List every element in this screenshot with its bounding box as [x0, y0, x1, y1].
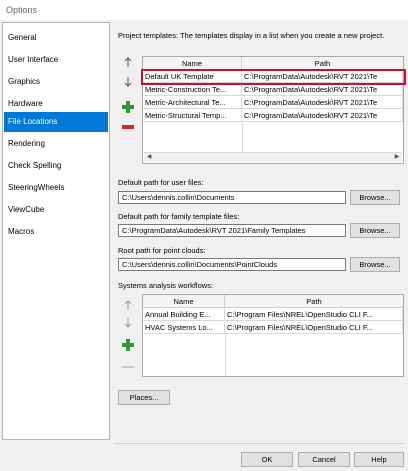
- point-clouds-browse-button[interactable]: Browse...: [350, 257, 400, 272]
- workflows-table[interactable]: Name Path Annual Building E... C:\Progra…: [142, 294, 404, 377]
- table-row-name[interactable]: HVAC Systems Lo...: [143, 322, 225, 334]
- table-row-path[interactable]: C:\Program Files\NREL\OpenStudio CLI F..…: [225, 309, 403, 321]
- family-templates-browse-button[interactable]: Browse...: [350, 223, 400, 238]
- point-clouds-label: Root path for point clouds:: [118, 246, 206, 255]
- move-up-icon[interactable]: [121, 298, 135, 312]
- column-header-name[interactable]: Name: [143, 295, 225, 308]
- cancel-button[interactable]: Cancel: [298, 452, 350, 467]
- sidebar-item-viewcube[interactable]: ViewCube: [4, 200, 108, 220]
- footer-divider: [114, 443, 404, 444]
- sidebar-item-file-locations[interactable]: File Locations: [4, 112, 108, 132]
- sidebar-item-graphics[interactable]: Graphics: [4, 72, 108, 92]
- move-up-icon[interactable]: [121, 55, 135, 69]
- table-row-name[interactable]: Annual Building E...: [143, 309, 225, 321]
- table-row-path[interactable]: C:\Program Files\NREL\OpenStudio CLI F..…: [225, 322, 403, 334]
- add-icon[interactable]: [121, 338, 135, 352]
- places-button[interactable]: Places...: [118, 390, 170, 405]
- sidebar-item-macros[interactable]: Macros: [4, 222, 108, 242]
- user-files-path-input[interactable]: C:\Users\dennis.collin\Documents: [118, 191, 346, 204]
- table-row-path[interactable]: C:\ProgramData\Autodesk\RVT 2021\Te: [242, 97, 403, 109]
- column-divider: [225, 335, 226, 376]
- user-files-browse-button[interactable]: Browse...: [350, 190, 400, 205]
- sidebar-item-general[interactable]: General: [4, 28, 108, 48]
- help-button[interactable]: Help: [354, 452, 404, 467]
- table-row-name[interactable]: Metric-Construction Te...: [143, 84, 242, 96]
- scroll-right-icon[interactable]: ▶: [392, 153, 402, 162]
- sidebar-item-user-interface[interactable]: User Interface: [4, 50, 108, 70]
- sidebar-item-steeringwheels[interactable]: SteeringWheels: [4, 178, 108, 198]
- project-templates-caption: Project templates: The templates display…: [118, 31, 385, 40]
- remove-icon[interactable]: [121, 120, 135, 134]
- sidebar-item-rendering[interactable]: Rendering: [4, 134, 108, 154]
- table-row-name[interactable]: Metric-Structural Temp...: [143, 110, 242, 122]
- table-row-name[interactable]: Metric-Architectural Te...: [143, 97, 242, 109]
- selected-row-highlight: [141, 69, 406, 85]
- workflows-caption: Systems analysis workflows:: [118, 281, 214, 290]
- table-row-path[interactable]: C:\ProgramData\Autodesk\RVT 2021\Te: [242, 84, 403, 96]
- family-templates-label: Default path for family template files:: [118, 212, 240, 221]
- point-clouds-path-input[interactable]: C:\Users\dennis.collin\Documents\PointCl…: [118, 258, 346, 271]
- column-divider: [242, 123, 243, 153]
- horizontal-scrollbar[interactable]: ◀ ▶: [144, 152, 402, 162]
- user-files-label: Default path for user files:: [118, 178, 204, 187]
- title-bar: Options: [0, 0, 408, 20]
- table-row-path[interactable]: C:\ProgramData\Autodesk\RVT 2021\Te: [242, 110, 403, 122]
- column-header-path[interactable]: Path: [225, 295, 403, 308]
- sidebar-item-check-spelling[interactable]: Check Spelling: [4, 156, 108, 176]
- add-icon[interactable]: [121, 100, 135, 114]
- options-sidebar: General User Interface Graphics Hardware…: [2, 22, 110, 440]
- sidebar-item-hardware[interactable]: Hardware: [4, 94, 108, 114]
- window-title: Options: [6, 5, 38, 15]
- move-down-icon[interactable]: [121, 75, 135, 89]
- move-down-icon[interactable]: [121, 316, 135, 330]
- ok-button[interactable]: OK: [241, 452, 293, 467]
- family-templates-path-input[interactable]: C:\ProgramData\Autodesk\RVT 2021\Family …: [118, 224, 346, 237]
- remove-icon[interactable]: [121, 360, 135, 374]
- scroll-left-icon[interactable]: ◀: [144, 153, 154, 162]
